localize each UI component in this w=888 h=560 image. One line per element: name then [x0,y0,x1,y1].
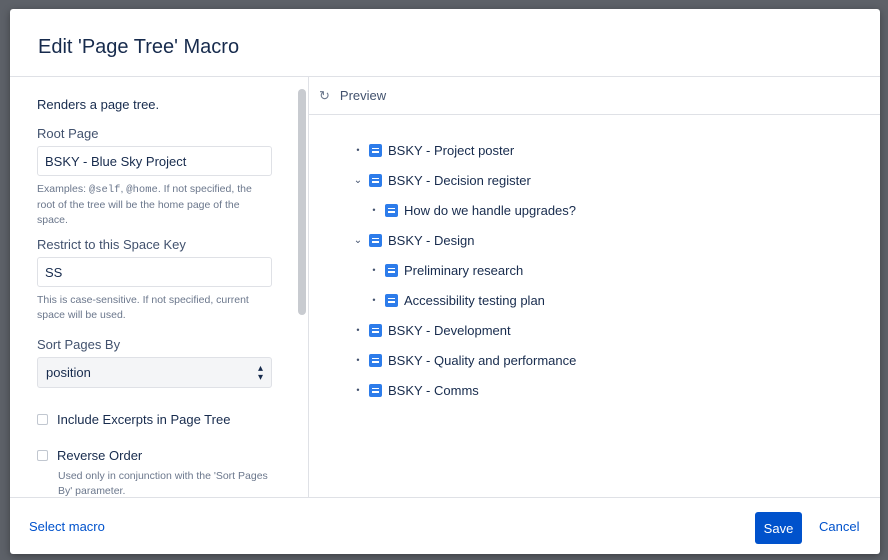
include-excerpts-row[interactable]: Include Excerpts in Page Tree [37,412,296,427]
chevron-down-icon[interactable]: ⌄ [351,235,365,246]
reverse-order-label: Reverse Order [57,448,143,463]
root-page-label: Root Page [37,126,99,141]
scrollbar-thumb[interactable] [298,89,306,315]
bullet-icon: • [372,295,376,305]
self-code: @self [88,184,121,196]
tree-item[interactable]: • BSKY - Development [309,315,880,345]
save-button[interactable]: Save [755,512,802,544]
space-key-input[interactable] [37,257,272,287]
tree-item[interactable]: ⌄ BSKY - Decision register [309,165,880,195]
macro-description: Renders a page tree. [37,97,160,112]
page-icon [369,353,382,367]
reverse-order-help: Used only in conjunction with the 'Sort … [58,470,268,497]
tree-item-label[interactable]: BSKY - Project poster [388,143,514,158]
sort-pages-value: position [46,365,91,380]
bullet-icon: • [356,145,360,155]
dialog-body: Renders a page tree. Root Page Examples:… [10,77,880,497]
tree-item-label[interactable]: BSKY - Quality and performance [388,353,576,368]
parameters-scrollbar[interactable] [296,77,308,497]
include-excerpts-label: Include Excerpts in Page Tree [57,412,231,427]
reverse-order-checkbox[interactable] [37,450,48,461]
refresh-icon[interactable]: ↻ [319,88,330,104]
tree-item-label[interactable]: BSKY - Development [388,323,511,338]
tree-item[interactable]: • BSKY - Comms [309,375,880,405]
root-page-help-prefix: Examples: [37,183,89,195]
cancel-link[interactable]: Cancel [819,519,859,534]
select-macro-link[interactable]: Select macro [29,519,105,534]
bullet-icon: • [356,385,360,395]
home-code: @home [126,184,158,196]
tree-item[interactable]: • Accessibility testing plan [309,285,880,315]
include-excerpts-checkbox[interactable] [37,414,48,425]
reverse-order-row[interactable]: Reverse Order [37,448,296,463]
tree-item-label[interactable]: Preliminary research [404,263,523,278]
tree-item[interactable]: • Preliminary research [309,255,880,285]
sort-pages-select[interactable]: position ▴ ▾ [37,357,272,388]
space-key-label: Restrict to this Space Key [37,237,186,252]
bullet-icon: • [356,325,360,335]
tree-item[interactable]: • BSKY - Quality and performance [309,345,880,375]
page-icon [369,173,382,187]
page-icon [369,143,382,157]
tree-item[interactable]: ⌄ BSKY - Design [309,225,880,255]
dialog-footer: Select macro Save Cancel [10,497,880,554]
bullet-icon: • [372,265,376,275]
page-icon [385,203,398,217]
tree-item-label[interactable]: How do we handle upgrades? [404,203,576,218]
page-icon [385,293,398,307]
dialog-title: Edit 'Page Tree' Macro [38,36,240,58]
page-tree: • BSKY - Project poster ⌄ BSKY - Decision r… [309,115,880,405]
tree-item-label[interactable]: BSKY - Comms [388,383,479,398]
dialog-header: Edit 'Page Tree' Macro [10,9,880,77]
page-icon [369,383,382,397]
root-page-input[interactable] [37,146,272,176]
root-page-help: Examples: @self, @home. If not specified… [37,182,272,228]
macro-parameters-panel: Renders a page tree. Root Page Examples:… [10,77,296,497]
page-icon [369,233,382,247]
page-icon [369,323,382,337]
tree-item-label[interactable]: BSKY - Decision register [388,173,531,188]
page-icon [385,263,398,277]
chevron-down-icon[interactable]: ⌄ [351,175,365,186]
bullet-icon: • [372,205,376,215]
preview-panel: ↻ Preview • BSKY - Project poster ⌄ BSKY - … [309,77,880,497]
tree-item[interactable]: • BSKY - Project poster [309,135,880,165]
select-arrows-icon: ▴ ▾ [257,363,263,383]
macro-dialog: Edit 'Page Tree' Macro Renders a page tr… [10,9,880,554]
space-key-help: This is case-sensitive. If not specified… [37,294,249,321]
bullet-icon: • [356,355,360,365]
preview-label: Preview [339,88,387,103]
preview-header: ↻ Preview [309,77,880,115]
sort-pages-label: Sort Pages By [37,337,121,352]
tree-item-label[interactable]: Accessibility testing plan [404,293,545,308]
tree-item[interactable]: • How do we handle upgrades? [309,195,880,225]
tree-item-label[interactable]: BSKY - Design [388,233,474,248]
